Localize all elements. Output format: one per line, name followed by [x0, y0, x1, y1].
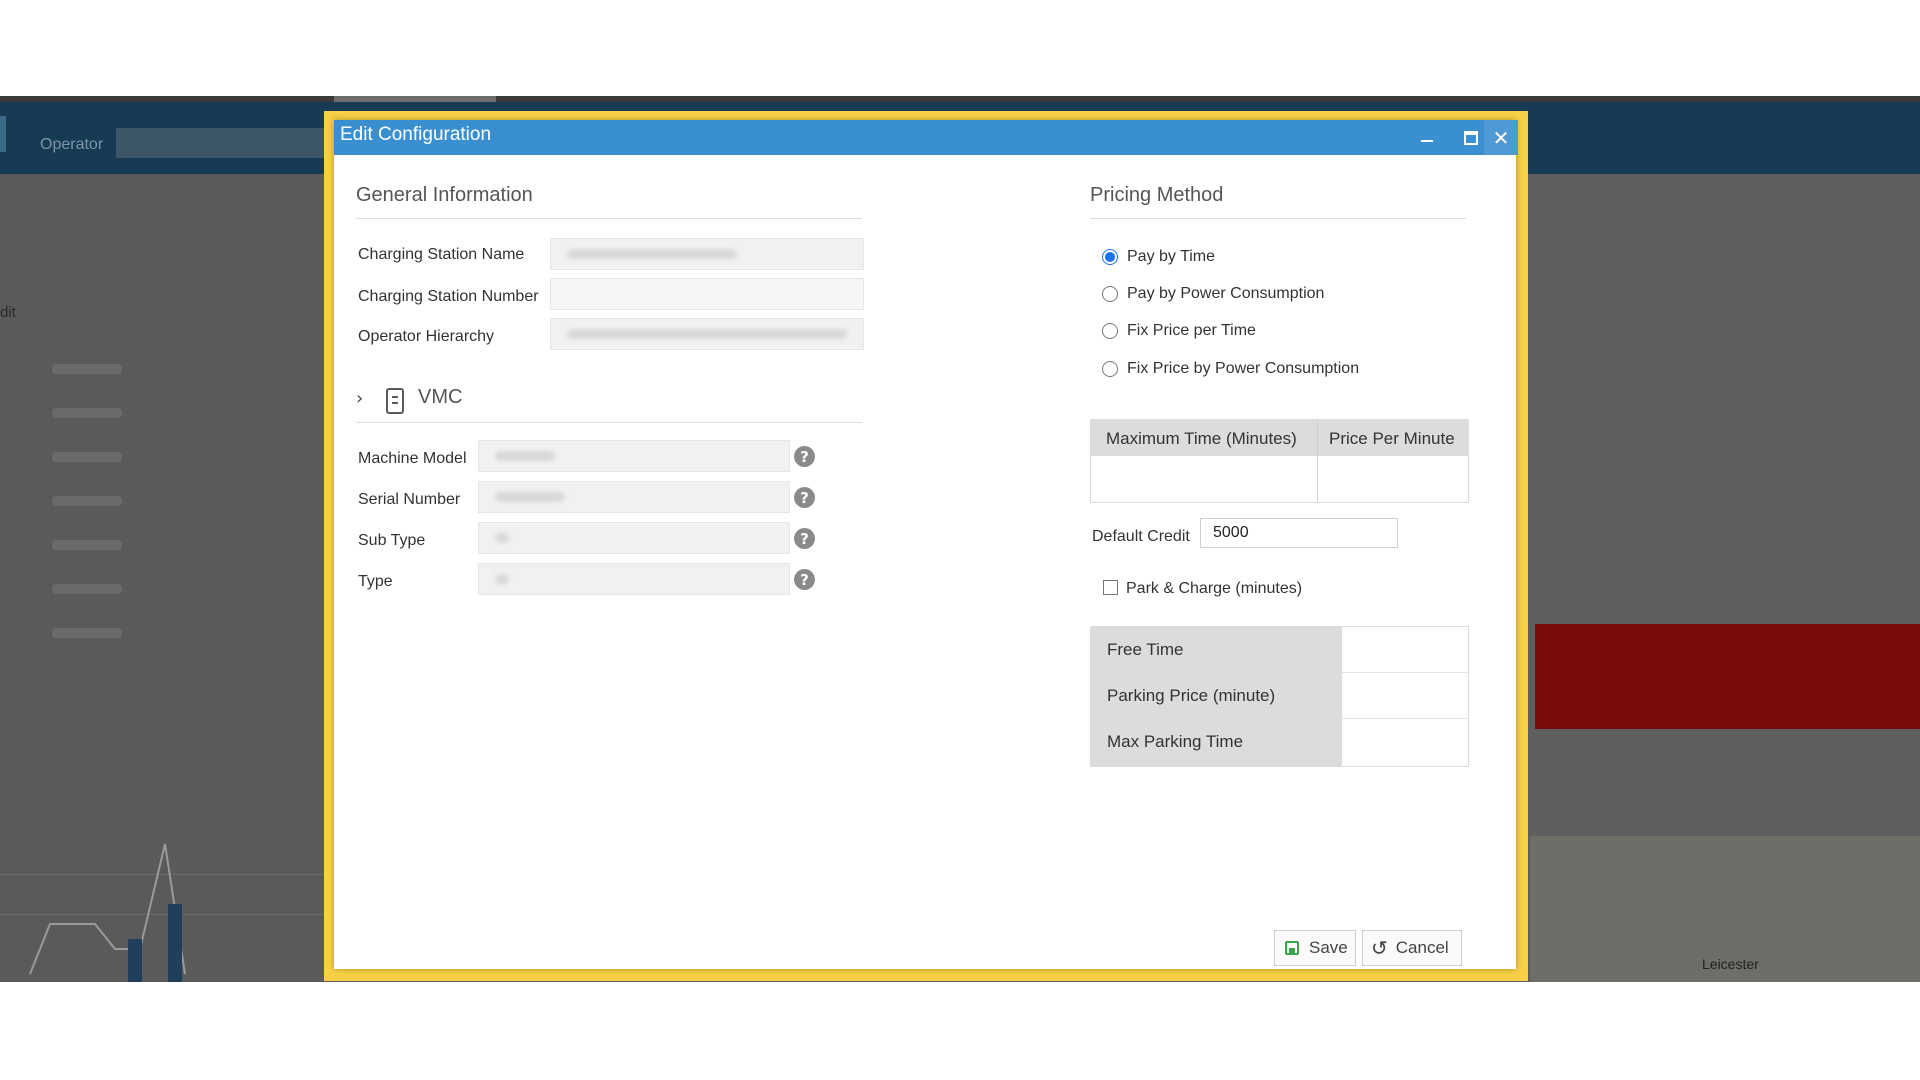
free-time-label: Free Time	[1107, 640, 1184, 659]
minimize-icon	[1421, 139, 1433, 142]
background-map-label: Leicester	[1702, 956, 1759, 972]
save-button[interactable]: Save	[1274, 930, 1356, 966]
radio-label: Pay by Power Consumption	[1127, 285, 1325, 302]
radio-fix-price-per-time[interactable]: Fix Price per Time	[1102, 322, 1256, 340]
general-section-divider	[356, 218, 862, 219]
dialog-title: Edit Configuration	[340, 124, 492, 145]
help-icon[interactable]: ?	[794, 446, 815, 467]
background-blur-row	[52, 584, 122, 594]
maximize-icon	[1464, 130, 1478, 145]
radio-fix-price-by-power-consumption[interactable]: Fix Price by Power Consumption	[1102, 360, 1359, 378]
background-operator-label: Operator	[40, 136, 104, 153]
default-credit-input[interactable]: 5000	[1200, 518, 1398, 548]
radio-label: Fix Price by Power Consumption	[1127, 360, 1360, 377]
type-label: Type	[358, 573, 393, 590]
redacted-value	[495, 574, 509, 584]
operator-hierarchy-label: Operator Hierarchy	[358, 328, 495, 345]
parking-table-labels: Free Time Parking Price (minute) Max Par…	[1091, 627, 1342, 766]
radio-pay-by-time[interactable]: Pay by Time	[1102, 248, 1215, 266]
help-icon[interactable]: ?	[794, 569, 815, 590]
pricing-section-divider	[1090, 218, 1466, 219]
background-blur-row	[52, 496, 122, 506]
max-parking-time-input[interactable]	[1342, 719, 1468, 766]
radio-button[interactable]	[1102, 286, 1118, 302]
radio-pay-by-power-consumption[interactable]: Pay by Power Consumption	[1102, 285, 1324, 303]
dialog-titlebar: Edit Configuration ✕	[334, 120, 1518, 155]
redacted-value	[495, 492, 565, 502]
redacted-value	[495, 533, 509, 543]
park-and-charge-label: Park & Charge (minutes)	[1126, 580, 1303, 597]
redacted-value	[567, 329, 847, 339]
pricing-table-column-divider	[1317, 420, 1318, 502]
background-chart	[29, 843, 186, 982]
parking-table: Free Time Parking Price (minute) Max Par…	[1090, 626, 1469, 767]
max-parking-time-label: Max Parking Time	[1107, 732, 1244, 751]
machine-model-label: Machine Model	[358, 450, 467, 467]
save-icon	[1285, 941, 1299, 955]
free-time-input[interactable]	[1342, 627, 1468, 673]
charging-station-name-input[interactable]	[550, 238, 864, 270]
help-icon[interactable]: ?	[794, 487, 815, 508]
background-tab	[0, 116, 6, 152]
pricing-method-heading: Pricing Method	[1090, 184, 1224, 206]
redacted-value	[495, 451, 555, 461]
undo-icon: ↺	[1371, 937, 1388, 960]
background-edge-text: dit	[0, 304, 16, 321]
charging-station-number-input[interactable]	[550, 278, 864, 310]
sub-type-input[interactable]	[478, 522, 790, 554]
edit-configuration-dialog: Edit Configuration ✕ General Information…	[334, 120, 1518, 969]
column-header-maximum-time: Maximum Time (Minutes)	[1106, 429, 1297, 448]
pricing-table: Maximum Time (Minutes) Price Per Minute	[1090, 419, 1469, 503]
maximize-button[interactable]	[1454, 120, 1488, 155]
general-information-heading: General Information	[356, 184, 533, 206]
column-header-price-per-minute: Price Per Minute	[1329, 429, 1455, 448]
charging-station-name-label: Charging Station Name	[358, 246, 525, 263]
close-button[interactable]: ✕	[1484, 120, 1518, 155]
radio-label: Fix Price per Time	[1127, 322, 1256, 339]
background-blur-row	[52, 364, 122, 374]
radio-label: Pay by Time	[1127, 248, 1216, 265]
minimize-button[interactable]	[1410, 120, 1444, 155]
pricing-table-header: Maximum Time (Minutes) Price Per Minute	[1091, 420, 1468, 456]
type-input[interactable]	[478, 563, 790, 595]
background-blur-row	[52, 408, 122, 418]
vmc-section-divider	[356, 422, 862, 423]
cancel-button[interactable]: ↺ Cancel	[1362, 930, 1462, 966]
chevron-right-icon[interactable]: ›	[356, 388, 363, 409]
serial-number-input[interactable]	[478, 481, 790, 513]
background-sidebar: dit	[0, 174, 330, 982]
background-blur-row	[52, 452, 122, 462]
operator-hierarchy-input[interactable]	[550, 318, 864, 350]
background-operator-input	[116, 128, 326, 158]
save-button-label: Save	[1309, 938, 1348, 957]
help-icon[interactable]: ?	[794, 528, 815, 549]
radio-button[interactable]	[1102, 361, 1118, 377]
background-blur-row	[52, 628, 122, 638]
vmc-heading: VMC	[418, 386, 463, 408]
background-blur-row	[52, 540, 122, 550]
parking-price-input[interactable]	[1342, 673, 1468, 719]
cancel-button-label: Cancel	[1395, 938, 1449, 957]
vmc-device-icon	[386, 388, 404, 414]
default-credit-label: Default Credit	[1092, 528, 1190, 545]
radio-button-checked[interactable]	[1102, 249, 1118, 265]
charging-station-number-label: Charging Station Number	[358, 288, 539, 305]
sub-type-label: Sub Type	[358, 532, 426, 549]
redacted-value	[567, 249, 737, 259]
machine-model-input[interactable]	[478, 440, 790, 472]
radio-button[interactable]	[1102, 323, 1118, 339]
park-and-charge-checkbox[interactable]	[1103, 580, 1118, 595]
parking-price-label: Parking Price (minute)	[1107, 686, 1276, 705]
background-alert-panel	[1535, 624, 1920, 729]
serial-number-label: Serial Number	[358, 491, 461, 508]
close-icon: ✕	[1492, 125, 1510, 150]
